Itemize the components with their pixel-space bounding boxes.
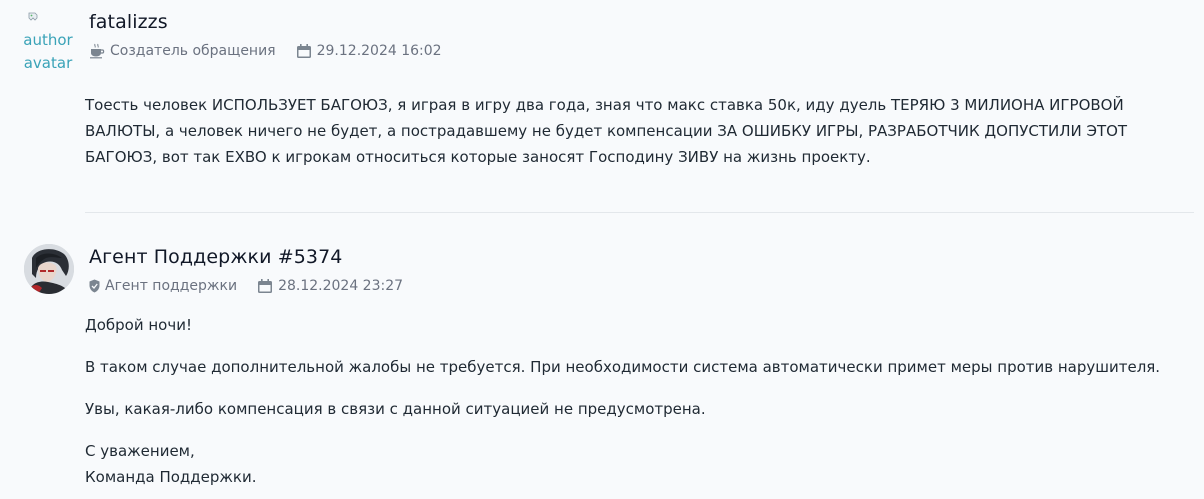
message-date: 28.12.2024 23:27 <box>257 278 403 294</box>
shield-check-icon <box>89 279 100 293</box>
ticket-conversation: author avatar fatalizzs Создатель обраще… <box>0 0 1204 499</box>
coffee-cup-icon <box>90 43 105 59</box>
author-role: Создатель обращения <box>89 43 276 59</box>
message-body: Тоесть человек ИСПОЛЬЗУЕТ БАГОЮЗ, я игра… <box>85 92 1186 170</box>
date-label: 29.12.2024 16:02 <box>316 43 442 59</box>
avatar-alt-text: author avatar <box>24 31 73 72</box>
agent-avatar <box>24 244 74 294</box>
message-paragraph: В таком случае дополнительной жалобы не … <box>85 358 1161 376</box>
author-role: Агент поддержки <box>89 278 237 294</box>
calendar-icon <box>258 279 273 293</box>
message-paragraph: Увы, какая-либо компенсация в связи с да… <box>85 400 706 418</box>
message-signature: С уважением, Команда Поддержки. <box>85 438 1186 490</box>
message-divider <box>85 212 1194 213</box>
message-meta: Агент поддержки 28.12.2024 23:27 <box>89 278 403 294</box>
signature-line: С уважением, <box>85 442 195 460</box>
role-label: Агент поддержки <box>105 278 238 294</box>
message-body: Доброй ночи! В таком случае дополнительн… <box>85 312 1186 490</box>
broken-image-icon <box>28 12 38 21</box>
message-paragraph: Доброй ночи! <box>85 316 192 334</box>
message-date: 29.12.2024 16:02 <box>296 43 442 59</box>
role-label: Создатель обращения <box>110 43 276 59</box>
author-avatar: author avatar <box>24 12 74 76</box>
message-paragraph: Тоесть человек ИСПОЛЬЗУЕТ БАГОЮЗ, я игра… <box>85 96 1128 166</box>
calendar-icon <box>296 44 311 58</box>
author-name[interactable]: Агент Поддержки #5374 <box>89 246 343 268</box>
author-name[interactable]: fatalizzs <box>89 11 168 33</box>
date-label: 28.12.2024 23:27 <box>278 278 404 294</box>
message-meta: Создатель обращения 29.12.2024 16:02 <box>89 43 442 59</box>
agent-avatar-image <box>24 244 74 294</box>
signature-line: Команда Поддержки. <box>85 468 257 486</box>
